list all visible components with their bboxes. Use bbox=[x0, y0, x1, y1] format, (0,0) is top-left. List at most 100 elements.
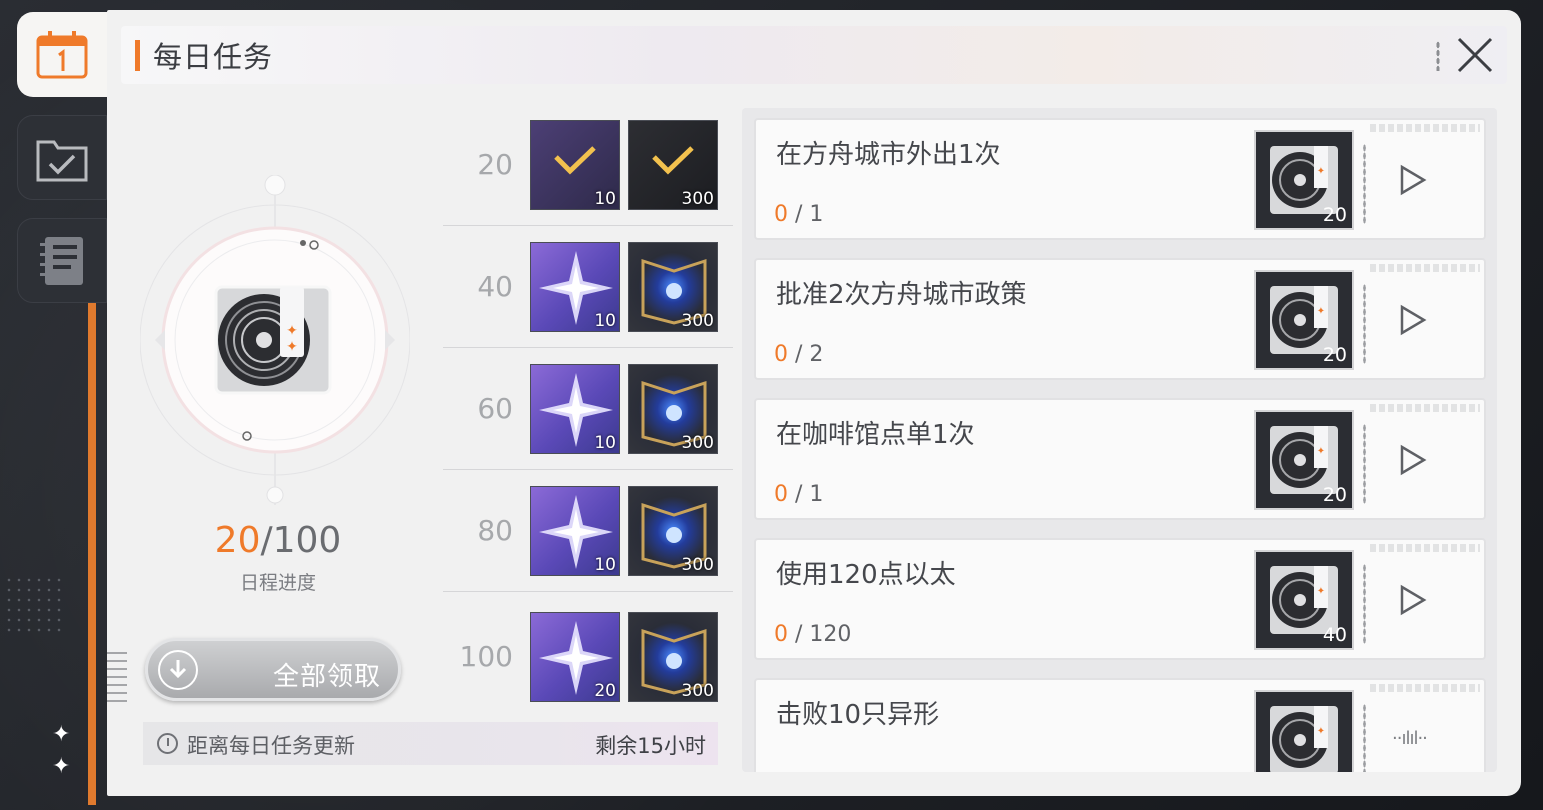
task-card: 在咖啡馆点单1次 0 / 1 ✦ 20 bbox=[754, 398, 1486, 520]
reward-book[interactable]: 300 bbox=[628, 242, 718, 332]
decorative-tag bbox=[1370, 684, 1480, 692]
reward-qty: 300 bbox=[681, 189, 714, 209]
svg-text:✦: ✦ bbox=[286, 323, 298, 339]
task-title: 击败10只异形 bbox=[776, 700, 940, 730]
reward-qty: 300 bbox=[681, 681, 714, 701]
task-progress-done: 0 bbox=[774, 482, 788, 507]
reward-book[interactable]: 300 bbox=[628, 364, 718, 454]
reward-qty: 10 bbox=[594, 189, 616, 209]
svg-text:✦: ✦ bbox=[1317, 166, 1325, 177]
task-title: 使用120点以太 bbox=[776, 560, 956, 590]
task-reward-disc[interactable]: ✦ bbox=[1254, 690, 1354, 772]
tab-daily-tasks[interactable] bbox=[17, 12, 107, 97]
task-card: 击败10只异形 ✦ ··ılıl·· bbox=[754, 678, 1486, 772]
reward-star-crystal[interactable]: 10 bbox=[530, 364, 620, 454]
milestone-score: 40 bbox=[477, 270, 513, 303]
divider-dots bbox=[1363, 564, 1366, 644]
row-divider bbox=[443, 591, 733, 592]
milestone-score: 100 bbox=[459, 640, 513, 673]
task-progress-done: 0 bbox=[774, 342, 788, 367]
reward-star-crystal[interactable]: 10 bbox=[530, 486, 620, 576]
reward-star-crystal[interactable]: 10 bbox=[530, 242, 620, 332]
decorative-tag bbox=[1370, 404, 1480, 412]
decorative-lines bbox=[107, 652, 127, 704]
download-icon bbox=[158, 650, 198, 690]
decorative-tag bbox=[1370, 264, 1480, 272]
progress-current: 20 bbox=[214, 520, 261, 561]
play-icon[interactable] bbox=[1398, 164, 1428, 196]
checklist-icon bbox=[36, 140, 88, 181]
refresh-timer-bar: 距离每日任务更新 剩余15小时 bbox=[143, 722, 718, 765]
divider-dots bbox=[1363, 704, 1366, 772]
milestone-row: 60 10 300 bbox=[443, 348, 733, 470]
page-title: 每日任务 bbox=[153, 40, 274, 74]
reward-qty: 40 bbox=[1322, 624, 1347, 646]
task-reward-disc[interactable]: ✦ 20 bbox=[1254, 410, 1354, 510]
panel-header bbox=[121, 26, 1507, 84]
task-reward-disc[interactable]: ✦ 20 bbox=[1254, 270, 1354, 370]
divider-dots bbox=[1363, 284, 1366, 364]
claim-all-button[interactable]: 全部领取 bbox=[145, 638, 401, 701]
progress-ring: ✦ ✦ bbox=[139, 174, 411, 505]
title-accent-bar bbox=[135, 40, 140, 71]
progress-total: /100 bbox=[260, 520, 342, 561]
header-divider bbox=[1436, 41, 1440, 71]
reward-qty: 10 bbox=[594, 311, 616, 331]
milestone-score: 60 bbox=[477, 392, 513, 425]
reward-book[interactable]: 300 bbox=[628, 612, 718, 702]
task-progress-done: 0 bbox=[774, 622, 788, 647]
reward-qty: 10 bbox=[594, 555, 616, 575]
tab-notebook[interactable] bbox=[17, 218, 107, 303]
reward-qty: 20 bbox=[594, 681, 616, 701]
close-icon bbox=[1457, 37, 1493, 73]
decorative-dots bbox=[4, 575, 64, 635]
task-progress: 0 / 1 bbox=[774, 482, 823, 507]
task-progress-goal: / 1 bbox=[788, 482, 824, 507]
task-list[interactable]: 在方舟城市外出1次 0 / 1 ✦ 20 批准2次方舟城市政策 0 / 2 ✦ … bbox=[742, 108, 1497, 772]
task-reward-disc[interactable]: ✦ 40 bbox=[1254, 550, 1354, 650]
divider-dots bbox=[1363, 424, 1366, 504]
reward-qty: 10 bbox=[594, 433, 616, 453]
decorative-tag bbox=[1370, 544, 1480, 552]
milestone-row: 20 10 300 bbox=[443, 104, 733, 226]
svg-text:✦: ✦ bbox=[1317, 586, 1325, 597]
claim-all-label: 全部领取 bbox=[273, 662, 382, 692]
sparkle-icon: ✦ bbox=[52, 754, 71, 779]
play-icon[interactable] bbox=[1398, 304, 1428, 336]
play-icon[interactable] bbox=[1398, 444, 1428, 476]
divider-dots bbox=[1363, 144, 1366, 224]
sparkle-icon: ✦ bbox=[52, 722, 71, 747]
milestone-score: 80 bbox=[477, 514, 513, 547]
reward-book[interactable]: 300 bbox=[628, 486, 718, 576]
task-card: 使用120点以太 0 / 120 ✦ 40 bbox=[754, 538, 1486, 660]
milestone-row: 40 10 300 bbox=[443, 226, 733, 348]
task-progress-goal: / 2 bbox=[788, 342, 824, 367]
clock-icon bbox=[157, 733, 178, 754]
reward-book[interactable]: 300 bbox=[628, 120, 718, 210]
reward-qty: 300 bbox=[681, 433, 714, 453]
play-icon[interactable] bbox=[1398, 584, 1428, 616]
decorative-tag bbox=[1370, 124, 1480, 132]
decorative-rail bbox=[88, 300, 96, 805]
reward-star-crystal[interactable]: 10 bbox=[530, 120, 620, 210]
reward-qty: 300 bbox=[681, 311, 714, 331]
reward-star-crystal[interactable]: 20 bbox=[530, 612, 620, 702]
task-progress: 0 / 120 bbox=[774, 622, 851, 647]
close-button[interactable] bbox=[1452, 34, 1498, 76]
svg-text:✦: ✦ bbox=[1317, 726, 1325, 737]
svg-text:✦: ✦ bbox=[1317, 306, 1325, 317]
task-card: 批准2次方舟城市政策 0 / 2 ✦ 20 bbox=[754, 258, 1486, 380]
reward-qty: 20 bbox=[1322, 484, 1347, 506]
waveform-icon: ··ılıl·· bbox=[1392, 728, 1428, 749]
tab-checklist[interactable] bbox=[17, 115, 107, 200]
progress-counter: 20/100 bbox=[168, 520, 388, 561]
progress-label: 日程进度 bbox=[239, 572, 316, 594]
disc-icon: ✦ bbox=[1270, 706, 1338, 772]
svg-text:✦: ✦ bbox=[1317, 446, 1325, 457]
reward-qty: 20 bbox=[1322, 344, 1347, 366]
milestone-row: 80 10 300 bbox=[443, 470, 733, 592]
task-title: 在方舟城市外出1次 bbox=[776, 140, 1001, 170]
task-title: 在咖啡馆点单1次 bbox=[776, 420, 975, 450]
task-progress: 0 / 2 bbox=[774, 342, 823, 367]
task-reward-disc[interactable]: ✦ 20 bbox=[1254, 130, 1354, 230]
